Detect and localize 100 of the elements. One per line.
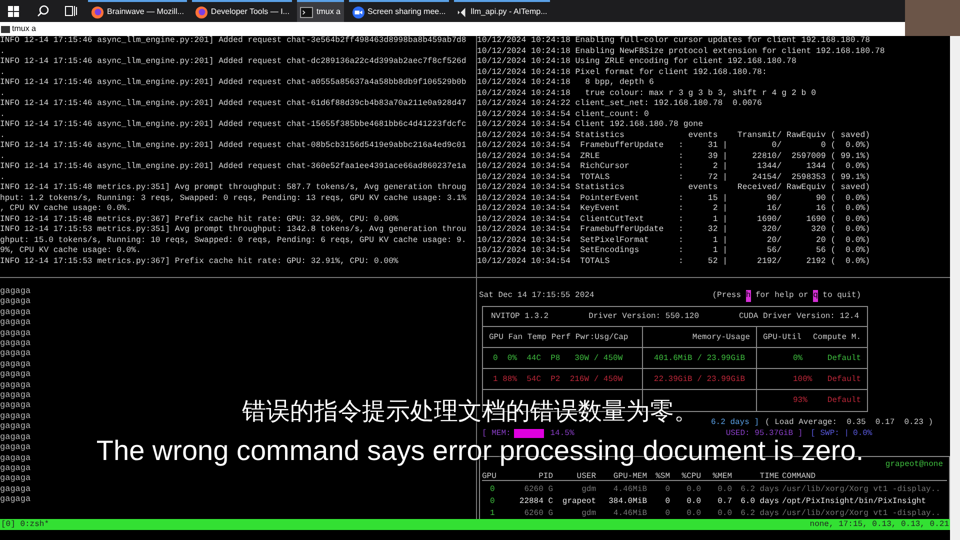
column-header: GPU-Util (763, 332, 802, 344)
help-text: (Press (712, 290, 742, 302)
compute-mode: Default (827, 352, 861, 364)
log-line: 10/12/2024 10:24:18 Enabling full-color cursor updates for client 192.168.180.78 (477, 36, 872, 46)
log-line: 10/12/2024 10:34:54 RichCursor : 2 | 1344/ 1344 ( 0.0%) (477, 162, 872, 172)
log-line: INFO 12-14 17:15:48 metrics.py:351] Avg prompt throughput: 587.7 tokens/s, Avg generation throug (0, 183, 468, 194)
table-cell-text: 0 (489, 484, 496, 496)
log-line: 10/12/2024 10:24:18 Pixel format for client 192.168.180.78: (477, 68, 768, 78)
search-icon[interactable] (37, 5, 49, 17)
table-cell-text: 0.0 (686, 484, 701, 496)
key-hint: q (813, 290, 818, 302)
log-line: INFO 12-14 17:15:46 async_llm_engine.py:201] Added request chat-a0555a85637a4a58bb8db9f106529b0b (0, 78, 468, 88)
log-line: INFO 12-14 17:15:46 async_llm_engine.py:201] Added request chat-15655f385bbe4681bb6c4d41223fdcfc (0, 120, 468, 130)
column-header: Memory-Usage (642, 327, 756, 348)
log-line: ghput: 15.0 tokens/s, Running: 10 reqs, Swapped: 0 reqs, Pending: 6 reqs, GPU KV cache usage: 9. (0, 236, 468, 246)
log-line: 10/12/2024 10:34:54 TOTALS : 52 | 2192/ 2192 ( 0.0%) (477, 256, 872, 267)
shell-output-line: gagaga (0, 286, 32, 296)
webcam-video-placeholder (905, 0, 960, 36)
window-title: tmux a (12, 23, 36, 35)
table-cell-text: 0.0 (716, 508, 732, 520)
log-line: 10/12/2024 10:24:18 Using ZRLE encoding for client 192.168.180.78 (477, 57, 798, 68)
log-line: INFO 12-14 17:15:46 async_llm_engine.py:201] Added request chat-3e564b2ff498463d8998ba8b459ab7d8 (0, 36, 468, 46)
log-line: 10/12/2024 10:34:54 FramebufferUpdate : 32 | 320/ 320 ( 0.0%) (477, 225, 872, 236)
table-cell-text: 0.0 (686, 508, 701, 520)
status-info: none, 17:15, 0.13, 0.13, 0.21 (810, 518, 949, 530)
log-line: 10/12/2024 10:34:54 FramebufferUpdate : 31 | 0/ 0 ( 0.0%) (477, 141, 872, 152)
table-cell-text: 6.0 days (740, 496, 779, 508)
column-header: %CPU (680, 471, 701, 483)
log-line: INFO 12-14 17:15:46 async_llm_engine.py:201] Added request chat-61d6f88d39cb4b83a70a211e0a928d47 (0, 99, 468, 110)
column-header: %MEM (712, 471, 732, 483)
log-line: 10/12/2024 10:34:54 client_count: 0 (477, 110, 650, 120)
log-line: 10/12/2024 10:34:54 Client 192.168.180.78 gone (477, 120, 704, 130)
shell-output-line: gagaga (0, 380, 32, 390)
table-cell-text: gdm (580, 508, 596, 520)
log-line: 10/12/2024 10:24:18 true colour: max r 3 g 3 b 3, shift r 4 g 2 b 0 (477, 88, 818, 99)
key-hint: h (746, 290, 751, 302)
column-header: Compute M. (812, 332, 861, 344)
table-cell-text: /usr/lib/xorg/Xorg vt1 -display.. (782, 484, 942, 496)
log-line: 10/12/2024 10:34:54 TOTALS : 72 | 24154/ 2598353 ( 99.1%) (477, 172, 872, 183)
log-line: 10/12/2024 10:34:54 ClientCutText : 1 | 1690/ 1690 ( 0.0%) (477, 214, 872, 225)
help-text: for help or (754, 290, 810, 302)
table-cell-text: 0.0 (686, 496, 701, 508)
table-cell-text: 0 (489, 496, 496, 508)
shell-output-line: gagaga (0, 358, 32, 370)
help-text: to quit) (822, 290, 862, 302)
shell-output-line: gagaga (0, 369, 32, 380)
table-cell-text: 0 (664, 508, 670, 520)
start-icon[interactable] (8, 6, 19, 16)
column-header: TIME (758, 471, 779, 483)
log-line: 10/12/2024 10:34:54 Statistics events Transmit/ RawEquiv ( saved) (477, 130, 872, 141)
gpu-utilization: 0% (793, 352, 803, 364)
shell-output-line: gagaga (0, 348, 32, 359)
gpu-utilization: 100% (793, 374, 812, 386)
shell-output-line: gagaga (0, 296, 32, 307)
column-header: GPU-MEM (612, 471, 647, 483)
log-line: 10/12/2024 10:34:54 PointerEvent : 15 | 90/ 90 ( 0.0%) (477, 194, 872, 204)
log-line: 10/12/2024 10:24:18 Enabling NewFBSize protocol extension for client 192.168.180.78 (477, 46, 886, 57)
shell-output-line: gagaga (0, 462, 32, 474)
shell-output-line: gagaga (0, 421, 32, 432)
table-cell-text: 0 (664, 496, 670, 508)
nvitop-version: NVITOP 1.3.2 (491, 310, 549, 322)
log-line: hput: 1.2 tokens/s, Running: 3 reqs, Swapped: 0 reqs, Pending: 13 reqs, GPU KV cache usage: 3.1% (0, 194, 468, 204)
user-host: grapeot@none (885, 459, 943, 471)
log-line: INFO 12-14 17:15:48 metrics.py:367] Prefix cache hit rate: GPU: 32.96%, CPU: 0.00% (0, 214, 400, 225)
shell-output-line: gagaga (0, 317, 32, 328)
window-list[interactable]: [0] 0:zsh* (1, 518, 50, 530)
terminal-icon (1, 26, 10, 32)
shell-output-line: gagaga (0, 484, 32, 494)
table-cell-text: 4.46MiB (612, 484, 647, 496)
log-line: INFO 12-14 17:15:46 async_llm_engine.py:201] Added request chat-08b5cb3156d5419e9abbc216a4ed9c01 (0, 141, 468, 152)
load-average: ( Load Average: 0.35 0.17 0.23 ) (765, 416, 934, 428)
taskbar-button[interactable]: tmux a (297, 0, 344, 22)
memory-usage: 22.39GiB / 23.99GiB (642, 369, 756, 390)
table-cell-text: /usr/lib/xorg/Xorg vt1 -display.. (782, 508, 942, 520)
compute-mode: Default (827, 394, 861, 406)
log-line: . (0, 152, 6, 162)
table-cell-text: 22884 C (518, 496, 553, 508)
shell-output-line: gagaga (0, 338, 32, 348)
log-line: . (0, 46, 6, 57)
table-cell-text: 0.0 (716, 484, 732, 496)
task-view-icon[interactable] (65, 5, 77, 17)
log-line: 10/12/2024 10:34:54 KeyEvent : 2 | 16/ 16 ( 0.0%) (477, 204, 872, 214)
memory-usage: 401.6MiB / 23.99GiB (642, 348, 756, 369)
shell-output-line: gagaga (0, 306, 32, 318)
table-cell-text: 6260 G (523, 484, 553, 496)
log-line: . (0, 68, 6, 78)
log-line: 10/12/2024 10:34:54 ZRLE : 39 | 22810/ 2597009 ( 99.1%) (477, 152, 872, 162)
log-line: . (0, 172, 6, 183)
table-cell-text: grapeot (561, 496, 596, 508)
uptime: 6.2 days ] (711, 416, 760, 428)
table-cell-text: gdm (580, 484, 596, 496)
table-cell-text: 0.7 (716, 496, 732, 508)
shell-output-line: gagaga (0, 473, 32, 484)
video-camera-icon (352, 6, 364, 18)
driver-version: Driver Version: 550.120 (588, 310, 699, 322)
log-line: 10/12/2024 10:34:54 Statistics events Received/ RawEquiv ( saved) (477, 183, 872, 194)
log-line: , CPU KV cache usage: 0.0%. (0, 204, 132, 214)
log-line: 10/12/2024 10:34:54 SetEncodings : 1 | 56/ 56 ( 0.0%) (477, 246, 872, 256)
shell-output-line: gagaga (0, 390, 32, 400)
shell-output-line: gagaga (0, 494, 32, 505)
